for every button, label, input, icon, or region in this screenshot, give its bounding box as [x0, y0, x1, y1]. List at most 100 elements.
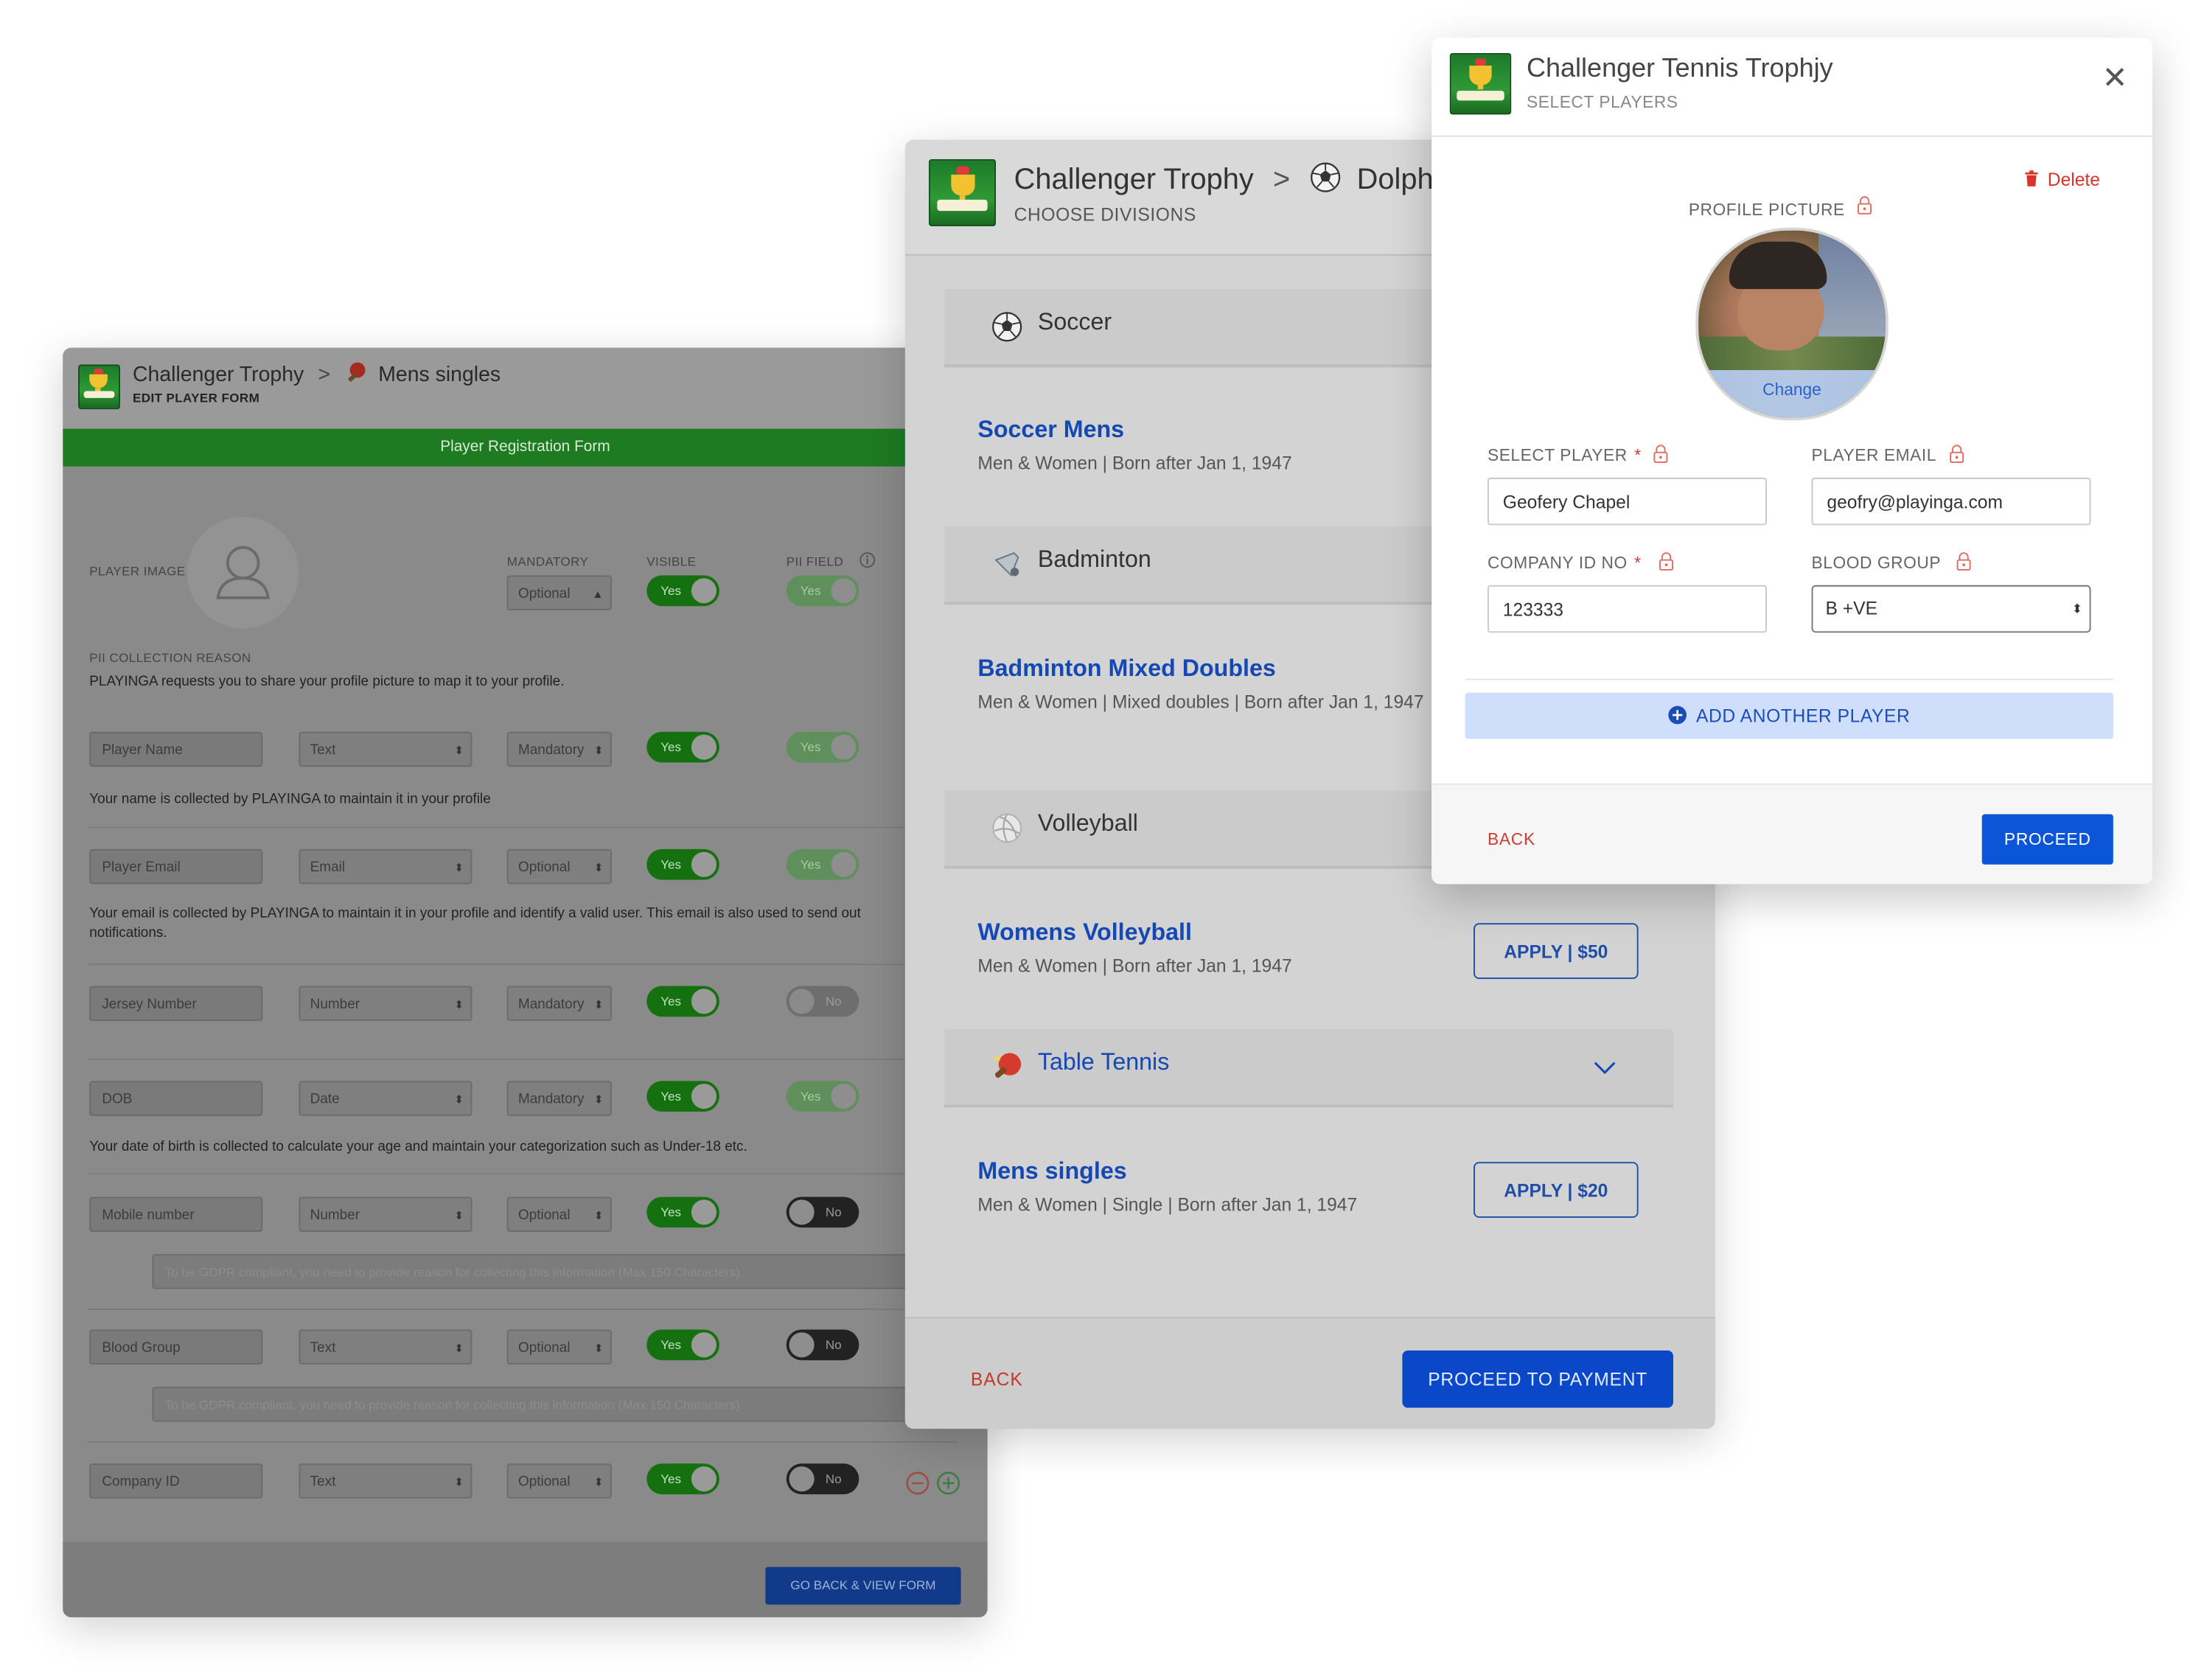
toggle-label: Yes [660, 1089, 682, 1104]
field-type-select[interactable]: Date ⬍ [299, 1081, 472, 1116]
delete-label: Delete [2047, 169, 2100, 190]
column-pii-label: PII FIELD [786, 554, 844, 569]
field-name-input[interactable]: Player Name [89, 731, 263, 767]
field-name-input[interactable]: Mobile number [89, 1196, 263, 1232]
field-name-input[interactable]: Blood Group [89, 1329, 263, 1364]
division-title[interactable]: Soccer Mens [977, 416, 1124, 445]
field-name-input[interactable]: Player Email [89, 848, 263, 885]
company-id-input[interactable]: 123333 [1487, 585, 1767, 633]
breadcrumb-tournament[interactable]: Challenger Trophy [133, 363, 304, 387]
field-visible-toggle[interactable]: Yes [646, 848, 719, 880]
field-pii-toggle[interactable]: No [786, 1329, 859, 1361]
section-divider [1465, 678, 2113, 680]
gdpr-reason-input[interactable]: To be GDPR compliant, you need to provid… [152, 1254, 955, 1289]
field-visible-toggle[interactable]: Yes [646, 1329, 719, 1361]
proceed-to-payment-button[interactable]: PROCEED TO PAYMENT [1402, 1350, 1673, 1408]
field-name-input[interactable]: Company ID [89, 1463, 263, 1499]
toggle-label: Yes [660, 740, 682, 755]
field-required-value: Mandatory [517, 1092, 585, 1108]
add-another-player-button[interactable]: ADD ANOTHER PLAYER [1465, 692, 2113, 739]
select-player-input[interactable]: Geofery Chapel [1487, 477, 1767, 526]
field-required-select[interactable]: Optional ⬍ [506, 1329, 612, 1364]
field-required-value: Mandatory [517, 997, 585, 1013]
toggle-knob [831, 734, 857, 760]
field-name-input[interactable]: DOB [89, 1081, 263, 1116]
field-required-select[interactable]: Mandatory ⬍ [506, 731, 612, 767]
pii-lock-icon [1858, 196, 1872, 215]
field-visible-toggle[interactable]: Yes [646, 986, 719, 1017]
field-type-select[interactable]: Text ⬍ [299, 1463, 472, 1499]
select-arrows-icon: ⬍ [2071, 602, 2083, 616]
division-title[interactable]: Womens Volleyball [977, 919, 1192, 947]
column-visible-label: VISIBLE [646, 554, 697, 569]
field-required-select[interactable]: Mandatory ⬍ [506, 1081, 612, 1116]
field-pii-toggle[interactable]: Yes [786, 1081, 859, 1112]
remove-field-icon[interactable] [905, 1471, 930, 1496]
field-type-select[interactable]: Number ⬍ [299, 986, 472, 1021]
division-description: Men & Women | Single | Born after Jan 1,… [977, 1193, 1358, 1216]
go-back-view-form-button[interactable]: GO BACK & VIEW FORM [765, 1566, 961, 1605]
player-email-input[interactable]: geofry@playinga.com [1811, 477, 2091, 526]
profile-avatar[interactable]: Change [1695, 227, 1889, 421]
proceed-button[interactable]: PROCEED [1981, 814, 2113, 865]
edit-player-form-card: Challenger Trophy > Mens singles EDIT PL… [63, 347, 988, 1617]
field-visible-toggle[interactable]: Yes [646, 1463, 719, 1495]
apply-button[interactable]: APPLY | $50 [1474, 923, 1639, 980]
blood-group-select[interactable]: B +VE ⬍ [1811, 585, 2091, 633]
select-arrows-icon: ▲ [592, 588, 604, 601]
field-pii-toggle[interactable]: Yes [786, 848, 859, 880]
division-title[interactable]: Mens singles [977, 1158, 1126, 1186]
image-visible-toggle[interactable]: Yes [646, 575, 719, 607]
field-visible-toggle[interactable]: Yes [646, 1196, 719, 1228]
field-type-select[interactable]: Text ⬍ [299, 1329, 472, 1364]
field-type-select[interactable]: Text ⬍ [299, 731, 472, 767]
trophy-logo-icon [929, 158, 996, 226]
field-pii-toggle[interactable]: No [786, 1463, 859, 1495]
chevron-down-icon[interactable] [1592, 1060, 1617, 1077]
image-pii-toggle[interactable]: Yes [786, 575, 859, 607]
field-visible-toggle[interactable]: Yes [646, 731, 719, 763]
toggle-label: Yes [660, 857, 682, 872]
field-pii-toggle[interactable]: Yes [786, 731, 859, 763]
toggle-knob [831, 1084, 857, 1109]
field-visible-toggle[interactable]: Yes [646, 1081, 719, 1112]
sport-header-table-tennis[interactable]: Table Tennis [944, 1029, 1673, 1108]
toggle-label: Yes [660, 583, 682, 598]
change-photo-button[interactable]: Change [1698, 370, 1886, 418]
breadcrumb-tournament[interactable]: Challenger Trophy [1014, 164, 1254, 196]
toggle-label: Yes [660, 1205, 682, 1219]
back-button[interactable]: BACK [1488, 829, 1535, 849]
field-pii-toggle[interactable]: No [786, 986, 859, 1017]
field-required-select[interactable]: Mandatory ⬍ [506, 986, 612, 1021]
field-pii-toggle[interactable]: No [786, 1196, 859, 1228]
sport-name: Badminton [1037, 546, 1151, 573]
delete-player-button[interactable]: Delete [2024, 169, 2100, 190]
field-name-input[interactable]: Jersey Number [89, 986, 263, 1021]
select-arrows-icon: ⬍ [454, 1093, 464, 1106]
field-required-value: Optional [517, 1474, 571, 1491]
field-type-select[interactable]: Email ⬍ [299, 848, 472, 885]
field-type-select[interactable]: Number ⬍ [299, 1196, 472, 1232]
field-required-select[interactable]: Optional ⬍ [506, 1463, 612, 1499]
blood-group-label: BLOOD GROUP [1811, 553, 1942, 573]
select-arrows-icon: ⬍ [593, 998, 604, 1011]
gdpr-reason-input[interactable]: To be GDPR compliant, you need to provid… [152, 1387, 955, 1422]
back-button[interactable]: BACK [971, 1369, 1023, 1390]
row-divider [88, 963, 957, 966]
division-description: Men & Women | Born after Jan 1, 1947 [977, 955, 1292, 977]
division-title[interactable]: Badminton Mixed Doubles [977, 655, 1275, 683]
edit-form-header [63, 347, 988, 429]
image-mandatory-select[interactable]: Optional ▲ [506, 575, 612, 610]
pii-lock-icon [1950, 445, 1964, 464]
info-icon[interactable] [859, 551, 876, 568]
row-divider [88, 1173, 957, 1175]
toggle-knob [831, 851, 857, 877]
add-field-icon[interactable] [936, 1471, 961, 1496]
field-required-select[interactable]: Optional ⬍ [506, 848, 612, 885]
select-player-label: SELECT PLAYER * [1488, 445, 1642, 465]
close-icon[interactable]: ✕ [2102, 60, 2128, 96]
apply-button[interactable]: APPLY | $20 [1474, 1162, 1639, 1219]
field-required-select[interactable]: Optional ⬍ [506, 1196, 612, 1232]
toggle-label: Yes [660, 1337, 682, 1352]
player-image-placeholder[interactable] [186, 516, 299, 629]
